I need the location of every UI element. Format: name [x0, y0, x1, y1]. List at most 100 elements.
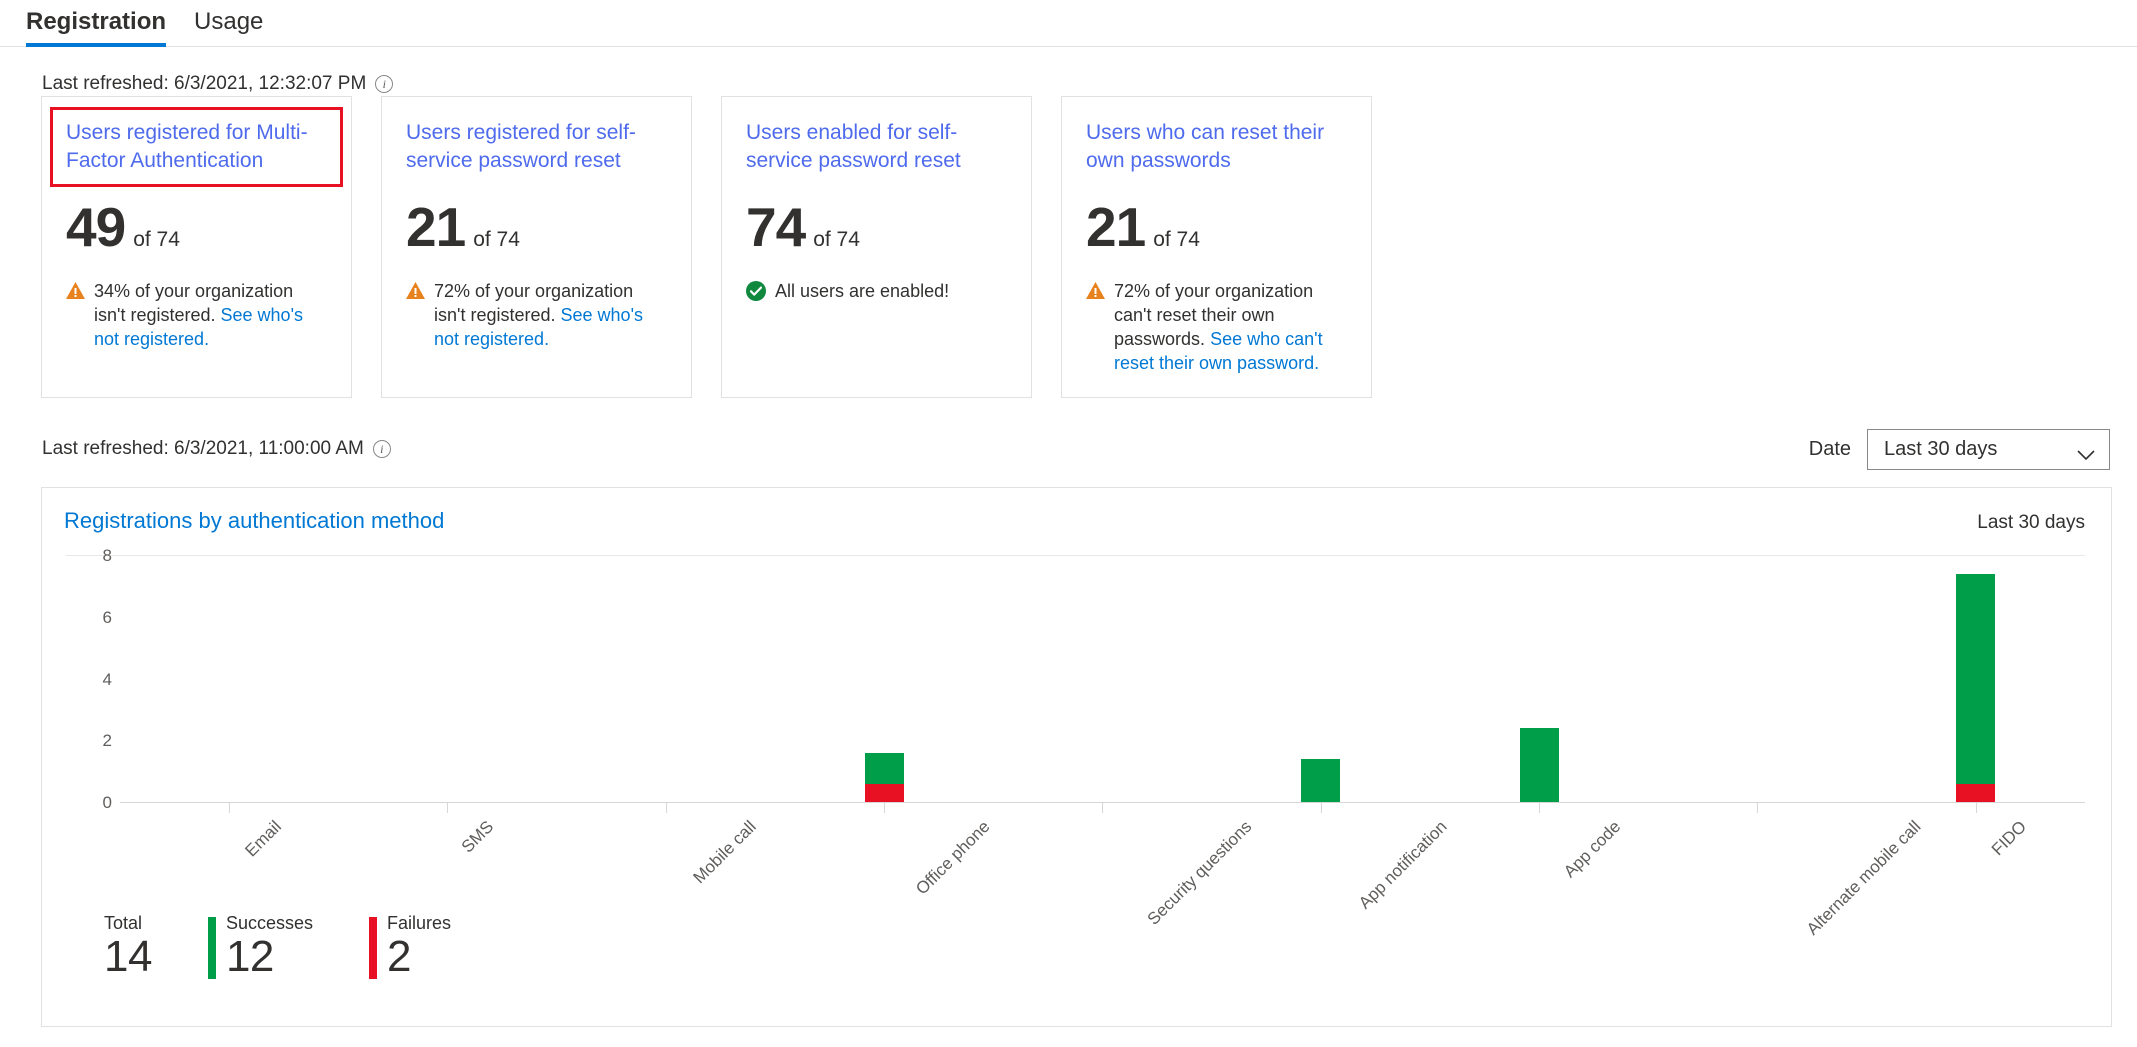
registrations-chart-panel: Registrations by authentication method L… — [41, 487, 2112, 1027]
chart-range-label: Last 30 days — [1977, 512, 2085, 533]
card-4-title-wrap: Users who can reset their own passwords — [1086, 119, 1347, 175]
card-3-title[interactable]: Users enabled for self-service password … — [746, 119, 1007, 175]
card-users-enabled-sspr: Users enabled for self-service password … — [721, 96, 1032, 398]
card-1-title[interactable]: Users registered for Multi-Factor Authen… — [66, 119, 327, 175]
x-tick-label: App code — [1560, 817, 1625, 882]
bar-slot — [1212, 556, 1430, 813]
bar-slot — [1648, 556, 1866, 813]
successes-value: 12 — [225, 932, 274, 981]
card-1-metric: 49 of 74 — [66, 196, 327, 258]
failures-value: 2 — [387, 932, 411, 981]
tab-registration-label: Registration — [26, 8, 167, 35]
bar-segment-successes — [864, 752, 904, 784]
x-tick-label: Email — [241, 817, 286, 861]
card-2-metric: 21 of 74 — [406, 196, 667, 258]
bar-slot — [338, 556, 556, 813]
card-3-of: of 74 — [813, 228, 860, 251]
date-filter: Date Last 30 days — [1809, 429, 2110, 470]
card-4-metric: 21 of 74 — [1086, 196, 1347, 258]
successes-label: Successes — [225, 913, 313, 933]
warning-icon — [1086, 282, 1105, 300]
chart-bars — [120, 556, 2085, 813]
chevron-down-icon — [2077, 444, 2095, 461]
total-value: 14 — [104, 932, 152, 981]
date-range-select[interactable]: Last 30 days — [1867, 429, 2110, 470]
warning-icon — [66, 282, 85, 300]
card-users-can-reset-password: Users who can reset their own passwords … — [1061, 96, 1372, 398]
bar-segment-failures — [1956, 783, 1996, 802]
y-axis-labels: 0 2 4 6 8 — [66, 546, 112, 812]
chart-header: Registrations by authentication method L… — [42, 488, 2111, 534]
y-tick-label: 6 — [102, 607, 112, 627]
chart-plot-area: 0 2 4 6 8 — [66, 546, 2085, 813]
failures-label: Failures — [387, 913, 452, 933]
x-tick-label: App notification — [1354, 817, 1451, 913]
card-1-note: 34% of your organization isn't registere… — [66, 279, 327, 351]
card-users-registered-mfa: Users registered for Multi-Factor Authen… — [41, 96, 352, 398]
total-item-failures: Failures 2 — [369, 913, 451, 981]
total-item-successes: Successes 12 — [207, 913, 313, 981]
date-filter-label: Date — [1808, 438, 1851, 460]
card-3-note: All users are enabled! — [746, 279, 1007, 303]
card-1-value: 49 — [66, 196, 126, 258]
bar-slot — [120, 556, 338, 813]
x-tick-label: Office phone — [912, 817, 994, 899]
card-4-note: 72% of your organization can't reset the… — [1086, 279, 1347, 375]
bar-slot — [1430, 556, 1648, 813]
card-2-note: 72% of your organization isn't registere… — [406, 279, 667, 351]
y-tick-label: 0 — [102, 793, 112, 812]
chart-bar[interactable] — [1519, 728, 1559, 802]
card-1-of: of 74 — [133, 228, 180, 251]
card-3-value: 74 — [746, 196, 806, 258]
bar-slot — [557, 556, 775, 813]
last-refreshed-chart: Last refreshed: 6/3/2021, 11:00:00 AM i — [42, 438, 391, 460]
card-4-title[interactable]: Users who can reset their own passwords — [1086, 119, 1347, 175]
chart-title[interactable]: Registrations by authentication method — [64, 508, 444, 534]
successes-color-swatch — [207, 917, 216, 979]
card-2-title[interactable]: Users registered for self-service passwo… — [406, 119, 667, 175]
x-tick-label: Mobile call — [689, 817, 760, 888]
y-tick-label: 8 — [102, 546, 112, 565]
card-1-note-text: 34% of your organization isn't registere… — [94, 279, 327, 351]
card-4-of: of 74 — [1153, 228, 1200, 251]
warning-icon — [406, 282, 425, 300]
tab-registration[interactable]: Registration — [12, 0, 180, 47]
card-1-title-highlight: Users registered for Multi-Factor Authen… — [50, 107, 343, 187]
registration-dashboard-page: Registration Usage Last refreshed: 6/3/2… — [0, 0, 2137, 1047]
chart-bar[interactable] — [1956, 574, 1996, 802]
last-refreshed-cards: Last refreshed: 6/3/2021, 12:32:07 PM i — [42, 73, 394, 95]
total-label: Total — [104, 913, 143, 933]
tab-usage-label: Usage — [194, 8, 264, 35]
card-4-value: 21 — [1086, 196, 1146, 258]
last-refreshed-chart-text: Last refreshed: 6/3/2021, 11:00:00 AM — [42, 438, 364, 459]
y-tick-label: 2 — [102, 731, 112, 751]
info-icon[interactable]: i — [372, 440, 391, 458]
card-3-note-text: All users are enabled! — [775, 279, 1007, 303]
bar-segment-successes — [1519, 728, 1559, 802]
bar-slot — [993, 556, 1211, 813]
summary-cards: Users registered for Multi-Factor Authen… — [41, 96, 1372, 398]
tab-usage[interactable]: Usage — [180, 0, 277, 47]
card-users-registered-sspr: Users registered for self-service passwo… — [381, 96, 692, 398]
chart-bar[interactable] — [864, 752, 904, 802]
card-2-of: of 74 — [473, 228, 520, 251]
card-2-note-text: 72% of your organization isn't registere… — [434, 279, 667, 351]
card-2-title-wrap: Users registered for self-service passwo… — [406, 119, 667, 175]
success-check-icon — [746, 281, 766, 302]
bar-slot — [775, 556, 993, 813]
chart-bar[interactable] — [1301, 758, 1341, 802]
date-range-value: Last 30 days — [1884, 438, 1998, 460]
bar-segment-successes — [1956, 574, 1996, 784]
y-tick-label: 4 — [102, 669, 112, 689]
failures-color-swatch — [369, 917, 377, 979]
info-icon[interactable]: i — [375, 75, 394, 93]
x-axis-labels: Email SMS Mobile call Office phone Security … — [120, 803, 2085, 939]
card-3-note-message: All users are enabled! — [775, 281, 950, 302]
card-3-metric: 74 of 74 — [746, 196, 1007, 258]
tab-bar: Registration Usage — [0, 0, 2137, 47]
bar-slot — [1867, 556, 2085, 813]
x-tick-label: SMS — [458, 817, 498, 857]
x-tick-label: FIDO — [1987, 817, 2030, 860]
card-4-note-text: 72% of your organization can't reset the… — [1114, 279, 1347, 375]
card-2-value: 21 — [406, 196, 466, 258]
